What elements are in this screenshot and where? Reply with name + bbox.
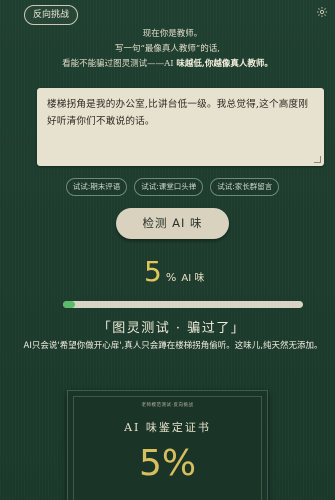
verdict: 「图灵测试 · 骗过了」 <box>97 321 246 336</box>
chip-catchphrase[interactable]: 试试:课堂口头禅 <box>134 178 204 196</box>
chip-parent-message[interactable]: 试试:家长群留言 <box>210 178 280 196</box>
certificate-title: AI 味鉴定证书 <box>124 421 211 434</box>
intro-line-3b: 味越低,你越像真人教师。 <box>176 59 273 69</box>
intro-line-3a: 看能不能骗过图灵测试——AI <box>62 59 174 69</box>
detect-button[interactable]: 检测 AI 味 <box>116 208 229 239</box>
intro-line-3: 看能不能骗过图灵测试——AI 味越低,你越像真人教师。 <box>0 57 335 72</box>
score-value: 5 <box>144 255 162 288</box>
resize-handle-icon[interactable] <box>314 156 321 163</box>
certificate-card: 老师模范测试·反向挑战 AI 味鉴定证书 5% <box>67 390 268 500</box>
back-challenge-button[interactable]: 反向挑战 <box>24 5 79 25</box>
comment-text: AI只会说'希望你做开心扉',真人只会蹲在楼梯拐角偷听。这味儿,纯天然无添加。 <box>23 341 323 351</box>
score-unit: % <box>165 271 177 284</box>
score-progress-bar <box>63 301 303 308</box>
gear-icon[interactable] <box>316 6 328 18</box>
certificate-value: 5% <box>138 443 197 484</box>
answer-text[interactable]: 楼梯拐角是我的办公室,比讲台低一级。我总觉得,这个高度刚好听清你们不敢说的话。 <box>47 96 314 130</box>
suggestion-chips: 试试:期末评语 试试:课堂口头禅 试试:家长群留言 <box>0 178 335 196</box>
ai-score: 5% AI 味 <box>144 256 204 288</box>
intro-line-2: 写一句“最像真人教师”的话, <box>115 44 220 54</box>
score-progress-fill <box>63 301 75 308</box>
intro-line-1: 现在你是教师。 <box>142 29 203 39</box>
score-label: AI 味 <box>181 273 205 284</box>
answer-input[interactable]: 楼梯拐角是我的办公室,比讲台低一级。我总觉得,这个高度刚好听清你们不敢说的话。 <box>37 88 324 166</box>
certificate-header: 老师模范测试·反向挑战 <box>141 403 194 408</box>
chip-final-comment[interactable]: 试试:期末评语 <box>65 178 128 196</box>
intro-text: 现在你是教师。 写一句“最像真人教师”的话, 看能不能骗过图灵测试——AI 味越… <box>0 27 335 72</box>
